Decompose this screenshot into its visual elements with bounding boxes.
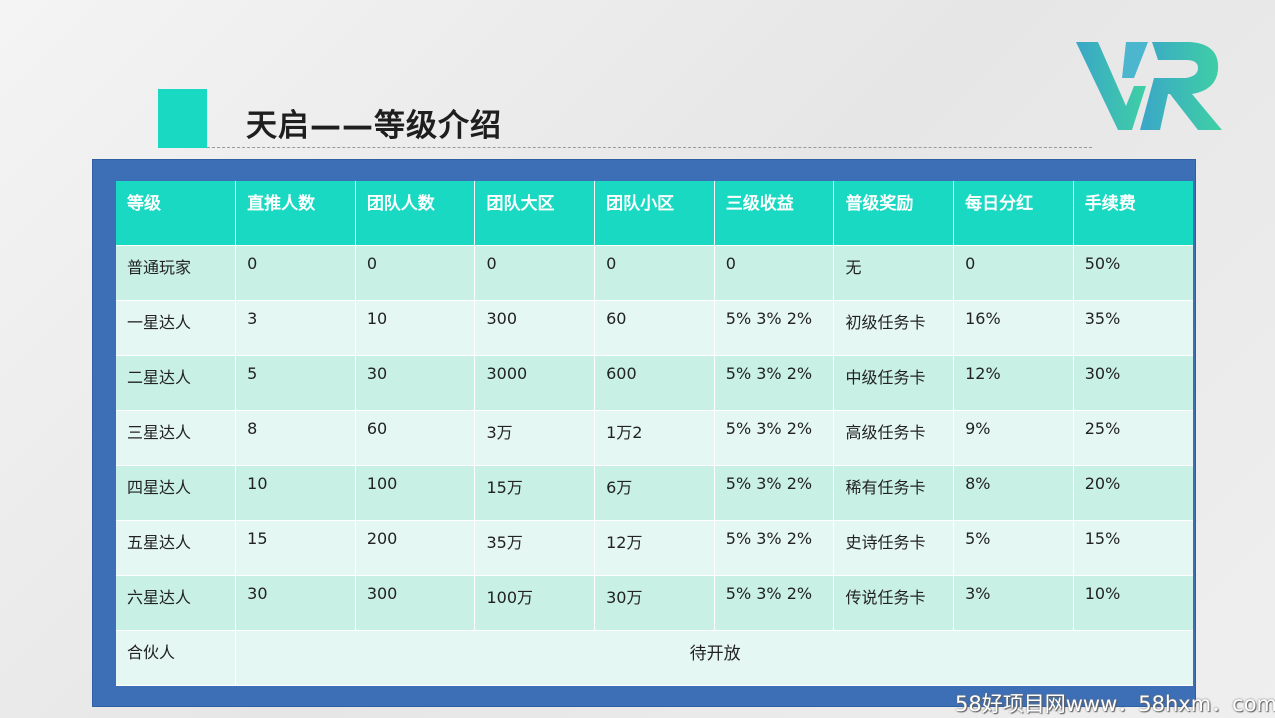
table-cell: 5% 3% 2% <box>714 575 835 631</box>
table-cell: 稀有任务卡 <box>833 465 955 521</box>
table-cell: 15万 <box>474 465 596 521</box>
table-cell: 3000 <box>474 355 596 411</box>
table-cell: 5% 3% 2% <box>714 520 835 576</box>
table-cell: 5% 3% 2% <box>714 410 835 466</box>
table-cell: 8 <box>235 410 356 466</box>
table-cell: 600 <box>594 355 715 411</box>
table-cell: 10 <box>235 465 356 521</box>
table-cell: 100 <box>355 465 476 521</box>
table-cell: 35万 <box>474 520 596 576</box>
table-cell: 200 <box>355 520 476 576</box>
table-cell: 无 <box>833 245 955 301</box>
table-cell: 20% <box>1073 465 1193 521</box>
table-cell: 15% <box>1073 520 1193 576</box>
table-cell: 35% <box>1073 300 1193 356</box>
table-cell: 0 <box>714 245 835 301</box>
header-level: 等级 <box>116 181 237 246</box>
table-cell: 50% <box>1073 245 1193 301</box>
pending-open-cell: 待开放 <box>235 630 1193 686</box>
table-cell: 史诗任务卡 <box>833 520 955 576</box>
table-cell: 0 <box>235 245 356 301</box>
table-cell: 3万 <box>474 410 596 466</box>
table-cell: 60 <box>355 410 476 466</box>
table-cell: 普通玩家 <box>116 245 237 301</box>
table-cell: 30% <box>1073 355 1193 411</box>
table-cell: 10 <box>355 300 476 356</box>
table-row: 三星达人 8 60 3万 1万2 5% 3% 2% 高级任务卡 9% 25% <box>116 410 1193 466</box>
partner-level-cell: 合伙人 <box>116 630 237 686</box>
table-cell: 5% 3% 2% <box>714 300 835 356</box>
table-cell: 100万 <box>474 575 596 631</box>
table-row: 二星达人 5 30 3000 600 5% 3% 2% 中级任务卡 12% 30… <box>116 355 1193 411</box>
table-cell: 5 <box>235 355 356 411</box>
table-row: 四星达人 10 100 15万 6万 5% 3% 2% 稀有任务卡 8% 20% <box>116 465 1193 521</box>
table-cell: 30万 <box>594 575 715 631</box>
table-cell: 5% <box>953 520 1074 576</box>
table-cell: 3% <box>953 575 1074 631</box>
title-divider <box>207 147 1092 148</box>
header-direct-referrals: 直推人数 <box>235 181 356 246</box>
table-header-row: 等级 直推人数 团队人数 团队大区 团队小区 三级收益 普级奖励 每日分红 手续… <box>116 181 1193 246</box>
table-cell: 15 <box>235 520 356 576</box>
table-cell: 6万 <box>594 465 715 521</box>
table-cell: 0 <box>355 245 476 301</box>
table-cell: 12% <box>953 355 1074 411</box>
table-cell: 300 <box>355 575 476 631</box>
table-cell: 1万2 <box>594 410 715 466</box>
table-cell: 25% <box>1073 410 1193 466</box>
table-cell: 0 <box>953 245 1074 301</box>
table-cell: 9% <box>953 410 1074 466</box>
table-cell: 中级任务卡 <box>833 355 955 411</box>
vr-logo <box>1076 42 1222 130</box>
level-table: 等级 直推人数 团队人数 团队大区 团队小区 三级收益 普级奖励 每日分红 手续… <box>116 181 1193 686</box>
header-three-level-earnings: 三级收益 <box>714 181 835 246</box>
header-upgrade-reward: 普级奖励 <box>833 181 955 246</box>
table-row-partner: 合伙人 待开放 <box>116 630 1193 686</box>
page-title: 天启——等级介绍 <box>246 108 502 144</box>
table-cell: 六星达人 <box>116 575 237 631</box>
header-fee: 手续费 <box>1073 181 1193 246</box>
table-cell: 高级任务卡 <box>833 410 955 466</box>
table-cell: 8% <box>953 465 1074 521</box>
header-daily-dividend: 每日分红 <box>953 181 1074 246</box>
table-cell: 60 <box>594 300 715 356</box>
table-cell: 5% 3% 2% <box>714 355 835 411</box>
table-cell: 5% 3% 2% <box>714 465 835 521</box>
title-accent-block <box>158 89 207 148</box>
table-row: 六星达人 30 300 100万 30万 5% 3% 2% 传说任务卡 3% 1… <box>116 575 1193 631</box>
table-cell: 三星达人 <box>116 410 237 466</box>
table-cell: 12万 <box>594 520 715 576</box>
table-cell: 30 <box>355 355 476 411</box>
table-cell: 五星达人 <box>116 520 237 576</box>
table-cell: 二星达人 <box>116 355 237 411</box>
table-cell: 0 <box>594 245 715 301</box>
table-cell: 传说任务卡 <box>833 575 955 631</box>
table-cell: 10% <box>1073 575 1193 631</box>
table-row: 普通玩家 0 0 0 0 0 无 0 50% <box>116 245 1193 301</box>
site-watermark: 58好项目网www．58hxm．com <box>955 692 1275 716</box>
table-cell: 300 <box>474 300 596 356</box>
table-cell: 3 <box>235 300 356 356</box>
table-row: 一星达人 3 10 300 60 5% 3% 2% 初级任务卡 16% 35% <box>116 300 1193 356</box>
header-team-size: 团队人数 <box>355 181 476 246</box>
header-team-minor-zone: 团队小区 <box>594 181 715 246</box>
table-cell: 初级任务卡 <box>833 300 955 356</box>
table-cell: 四星达人 <box>116 465 237 521</box>
table-cell: 一星达人 <box>116 300 237 356</box>
table-cell: 16% <box>953 300 1074 356</box>
header-team-major-zone: 团队大区 <box>474 181 596 246</box>
table-cell: 0 <box>474 245 596 301</box>
table-cell: 30 <box>235 575 356 631</box>
table-row: 五星达人 15 200 35万 12万 5% 3% 2% 史诗任务卡 5% 15… <box>116 520 1193 576</box>
